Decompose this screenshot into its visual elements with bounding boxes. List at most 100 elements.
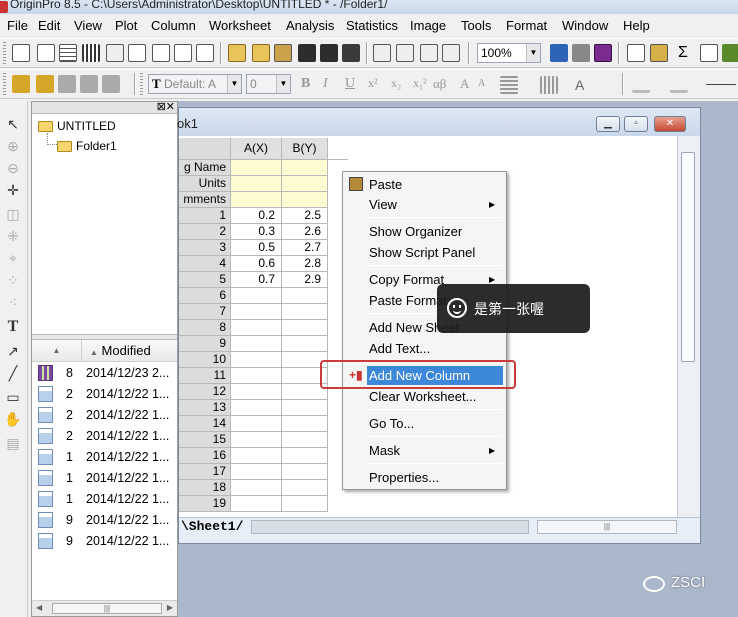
table-cell[interactable] bbox=[282, 304, 328, 320]
lock-icon[interactable] bbox=[12, 75, 30, 93]
table-cell[interactable] bbox=[231, 320, 282, 336]
row-header[interactable]: 5 bbox=[179, 272, 231, 288]
region-icon[interactable]: ⁘ bbox=[4, 271, 22, 289]
superscript-button[interactable]: x² bbox=[368, 76, 378, 91]
menu-plot[interactable]: Plot bbox=[115, 18, 137, 33]
menu-help[interactable]: Help bbox=[623, 18, 650, 33]
explorer-hscrollbar[interactable]: ◀ ||| ▶ bbox=[32, 600, 177, 616]
table-cell[interactable] bbox=[231, 432, 282, 448]
scroll-thumb[interactable] bbox=[681, 152, 695, 362]
menu-statistics[interactable]: Statistics bbox=[346, 18, 398, 33]
new-notes-icon[interactable] bbox=[196, 44, 214, 62]
new-layout-icon[interactable] bbox=[174, 44, 192, 62]
new-worksheet-icon[interactable] bbox=[37, 44, 55, 62]
table-cell[interactable] bbox=[282, 464, 328, 480]
data-selector-icon[interactable]: ⁖ bbox=[4, 293, 22, 311]
row-header-comments[interactable]: mments bbox=[179, 192, 231, 208]
row-header[interactable]: 14 bbox=[179, 416, 231, 432]
table-cell[interactable] bbox=[231, 368, 282, 384]
table-cell[interactable]: 0.7 bbox=[231, 272, 282, 288]
tree-root[interactable]: UNTITLED bbox=[38, 119, 116, 133]
line-style-icon[interactable] bbox=[706, 84, 736, 85]
close-icon[interactable]: ✕ bbox=[654, 116, 686, 132]
table-cell[interactable] bbox=[231, 304, 282, 320]
print-icon[interactable] bbox=[572, 44, 590, 62]
save-window-icon[interactable] bbox=[320, 44, 338, 62]
save-template-icon[interactable] bbox=[342, 44, 360, 62]
row-header[interactable]: 15 bbox=[179, 432, 231, 448]
script-window-icon[interactable] bbox=[700, 44, 718, 62]
list-item[interactable]: 8 2014/12/23 2... bbox=[36, 363, 177, 384]
menu-worksheet[interactable]: Worksheet bbox=[209, 18, 271, 33]
italic-button[interactable]: I bbox=[323, 76, 328, 92]
row-header[interactable]: 10 bbox=[179, 352, 231, 368]
table-cell[interactable] bbox=[231, 400, 282, 416]
column-header-b[interactable]: B(Y) bbox=[282, 138, 328, 160]
table-cell[interactable]: 2.5 bbox=[282, 208, 328, 224]
code-builder-icon[interactable] bbox=[594, 44, 612, 62]
arrow-tool-icon[interactable]: ↗ bbox=[4, 342, 22, 360]
menu-item-mask[interactable]: Mask bbox=[369, 443, 400, 458]
column-header-a[interactable]: A(X) bbox=[231, 138, 282, 160]
decrease-font-button[interactable]: A bbox=[478, 78, 485, 89]
scroll-right-icon[interactable]: ▶ bbox=[167, 603, 173, 612]
worksheet-vscrollbar[interactable] bbox=[677, 136, 700, 517]
new-matrix-icon[interactable] bbox=[128, 44, 146, 62]
menu-file[interactable]: File bbox=[7, 18, 28, 33]
toolbar-grip[interactable] bbox=[3, 73, 6, 95]
row-header[interactable]: 7 bbox=[179, 304, 231, 320]
new-graph-icon[interactable] bbox=[106, 44, 124, 62]
table-cell[interactable] bbox=[282, 448, 328, 464]
import-icon[interactable] bbox=[373, 44, 391, 62]
list-item[interactable]: 1 2014/12/22 1... bbox=[36, 447, 177, 468]
row-header[interactable]: 17 bbox=[179, 464, 231, 480]
hand-icon[interactable]: ✋ bbox=[4, 410, 22, 428]
scale-icon[interactable]: ◫ bbox=[4, 205, 22, 223]
row-header[interactable]: 3 bbox=[179, 240, 231, 256]
list-item[interactable]: 2 2014/12/22 1... bbox=[36, 384, 177, 405]
underline-button[interactable]: U bbox=[345, 76, 355, 92]
table-cell[interactable] bbox=[282, 320, 328, 336]
cell-a-comments[interactable] bbox=[231, 192, 282, 208]
row-header[interactable]: 13 bbox=[179, 400, 231, 416]
bold-button[interactable]: B bbox=[301, 76, 310, 92]
subscript-button[interactable]: x₂ bbox=[391, 76, 401, 91]
table-cell[interactable] bbox=[282, 480, 328, 496]
sheet-tab[interactable]: \Sheet1/ bbox=[181, 519, 243, 534]
table-cell[interactable] bbox=[231, 352, 282, 368]
table-cell[interactable] bbox=[282, 496, 328, 512]
menu-image[interactable]: Image bbox=[410, 18, 446, 33]
table-cell[interactable] bbox=[282, 336, 328, 352]
text-tool-icon[interactable]: T bbox=[4, 318, 22, 336]
sort-up-icon[interactable]: ▲ bbox=[32, 340, 82, 362]
mask-icon[interactable] bbox=[80, 75, 98, 93]
menu-item-copy-format[interactable]: Copy Format bbox=[369, 272, 444, 287]
import-wizard-icon[interactable] bbox=[442, 44, 460, 62]
new-excel-icon[interactable] bbox=[59, 44, 77, 62]
cell-b-units[interactable] bbox=[282, 176, 328, 192]
zoom-out-icon[interactable]: ⊖ bbox=[4, 159, 22, 177]
open-template-icon[interactable] bbox=[252, 44, 270, 62]
import-ascii-icon[interactable] bbox=[396, 44, 414, 62]
worksheet-hscrollbar[interactable]: ||| bbox=[537, 520, 677, 534]
edit-icon[interactable] bbox=[36, 75, 54, 93]
list-item[interactable]: 9 2014/12/22 1... bbox=[36, 531, 177, 552]
row-header[interactable]: 12 bbox=[179, 384, 231, 400]
tree-folder1[interactable]: Folder1 bbox=[57, 139, 117, 153]
project-explorer-icon[interactable] bbox=[627, 44, 645, 62]
font-size-combo[interactable]: 0 ▼ bbox=[246, 74, 291, 94]
chevron-down-icon[interactable]: ▼ bbox=[276, 75, 290, 93]
corner-cell[interactable] bbox=[179, 138, 231, 160]
cell-a-units[interactable] bbox=[231, 176, 282, 192]
row-header[interactable]: 18 bbox=[179, 480, 231, 496]
row-header[interactable]: 2 bbox=[179, 224, 231, 240]
list-item[interactable]: 1 2014/12/22 1... bbox=[36, 468, 177, 489]
list-item[interactable]: 2 2014/12/22 1... bbox=[36, 405, 177, 426]
table-cell[interactable]: 2.9 bbox=[282, 272, 328, 288]
table-cell[interactable]: 2.6 bbox=[282, 224, 328, 240]
row-header[interactable]: 8 bbox=[179, 320, 231, 336]
cell-b-long-name[interactable] bbox=[282, 160, 328, 176]
modified-column-header[interactable]: ▲ Modified bbox=[90, 343, 151, 358]
table-cell[interactable] bbox=[282, 432, 328, 448]
table-cell[interactable] bbox=[231, 496, 282, 512]
